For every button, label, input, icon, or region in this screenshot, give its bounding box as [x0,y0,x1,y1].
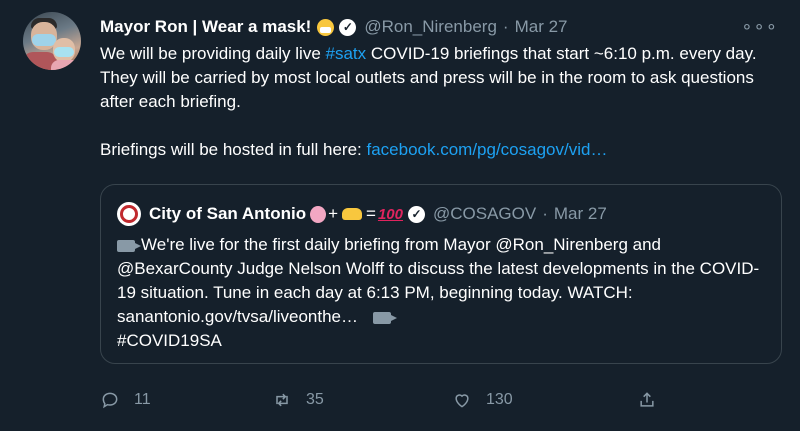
mask-face-emoji-icon [317,18,335,36]
author-handle[interactable]: @Ron_Nirenberg [364,17,497,37]
author-avatar[interactable] [23,12,81,70]
like-count: 130 [486,391,513,408]
share-action[interactable] [637,390,671,410]
raised-hands-emoji-icon [342,208,363,220]
retweet-action[interactable]: 35 [272,390,452,410]
quoted-tweet[interactable]: City of San Antonio + = 100 ✓ @COSAGOV ·… [100,184,782,364]
retweet-icon[interactable] [272,390,292,410]
retweet-count: 35 [306,391,324,408]
share-icon[interactable] [637,390,657,410]
hashtag-link[interactable]: #satx [326,44,367,63]
equals-sign: = [366,204,376,223]
author-name[interactable]: Mayor Ron | Wear a mask! [100,17,311,37]
tweet-text-part3: Briefings will be hosted in full here: [100,140,367,159]
reply-count: 11 [134,391,151,408]
quoted-header-separator: · [542,204,548,223]
reply-icon[interactable] [100,390,120,410]
movie-camera-icon-2 [372,311,397,324]
tweet-date[interactable]: Mar 27 [515,17,568,37]
plus-sign: + [328,204,339,223]
quoted-hashtag: #COVID19SA [117,331,222,350]
like-action[interactable]: 130 [452,390,637,410]
heart-icon[interactable] [452,390,472,410]
soap-emoji-icon [310,205,327,223]
quoted-text-main: We're live for the first daily briefing … [117,235,760,326]
hundred-points-emoji-icon: 100 [377,205,403,223]
verified-badge-icon: ✓ [339,18,357,36]
facebook-link[interactable]: facebook.com/pg/cosagov/vid… [366,140,607,159]
movie-camera-icon [117,239,141,252]
quoted-tweet-date[interactable]: Mar 27 [554,204,607,224]
quoted-author-avatar[interactable] [117,202,141,226]
quoted-author-handle[interactable]: @COSAGOV [433,204,536,224]
quoted-verified-badge-icon: ✓ [407,205,425,223]
quoted-author-name[interactable]: City of San Antonio [149,204,306,224]
quoted-tweet-header: City of San Antonio + = 100 ✓ @COSAGOV ·… [117,201,607,227]
reply-action[interactable]: 11 [100,390,272,410]
header-separator: · [502,17,509,36]
tweet-header: Mayor Ron | Wear a mask! ✓ @Ron_Nirenber… [100,16,790,38]
tweet-text: We will be providing daily live #satx CO… [100,42,790,162]
quoted-tweet-text: We're live for the first daily briefing … [117,233,767,353]
more-options-icon[interactable]: ∘∘∘ [741,16,778,37]
tweet-actions: 11 35 130 [100,388,780,412]
tweet-text-part1: We will be providing daily live [100,44,326,63]
